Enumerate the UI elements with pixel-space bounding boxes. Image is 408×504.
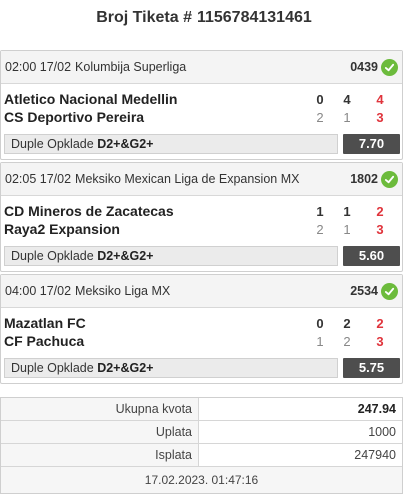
away-score-total: 3 bbox=[376, 222, 384, 237]
ticket-label: Broj Tiketa # bbox=[96, 9, 192, 26]
payout-label: Isplata bbox=[1, 444, 199, 466]
total-odds-row: Ukupna kvota 247.94 bbox=[1, 398, 402, 421]
away-score-ht: 1 bbox=[343, 222, 351, 237]
away-score-ft: 1 bbox=[316, 334, 324, 349]
match-time: 02:00 17/02 bbox=[5, 60, 72, 74]
away-team: CF Pachuca bbox=[4, 333, 85, 349]
match-time: 04:00 17/02 bbox=[5, 284, 72, 298]
away-team: CS Deportivo Pereira bbox=[4, 109, 145, 125]
odd-value: 5.75 bbox=[343, 358, 400, 378]
home-team: CD Mineros de Zacatecas bbox=[4, 203, 174, 219]
home-score-ft: 1 bbox=[316, 204, 324, 219]
match-time: 02:05 17/02 bbox=[5, 172, 72, 186]
bet-row: Duple Opklade D2+&G2+ 7.70 bbox=[4, 134, 400, 156]
ticket-title: Broj Tiketa # 1156784131461 bbox=[0, 0, 408, 36]
ticket-summary: Ukupna kvota 247.94 Uplata 1000 Isplata … bbox=[0, 397, 403, 494]
check-icon bbox=[381, 282, 398, 300]
away-score-ht: 1 bbox=[343, 110, 351, 125]
home-score-total: 2 bbox=[376, 316, 384, 331]
bet-type: Duple Opklade bbox=[11, 249, 94, 263]
match-league: Kolumbija Superliga bbox=[75, 60, 187, 74]
bet-pick: D2+&G2+ bbox=[97, 137, 154, 151]
bet-type: Duple Opklade bbox=[11, 361, 94, 375]
match-header: 04:00 17/02 Meksiko Liga MX 2534 bbox=[1, 275, 402, 308]
match-teams: Mazatlan FC CF Pachuca 0 1 2 2 2 3 bbox=[1, 308, 402, 358]
total-odds-value: 247.94 bbox=[199, 398, 402, 420]
bet-label: Duple Opklade D2+&G2+ bbox=[4, 358, 338, 378]
odd-value: 7.70 bbox=[343, 134, 400, 154]
home-score-ht: 4 bbox=[343, 92, 351, 107]
bet-label: Duple Opklade D2+&G2+ bbox=[4, 134, 338, 154]
home-team: Atletico Nacional Medellin bbox=[4, 91, 178, 107]
home-score-ft: 0 bbox=[316, 92, 324, 107]
home-score-ht: 2 bbox=[343, 316, 351, 331]
check-icon bbox=[381, 58, 398, 76]
match-code: 2534 bbox=[350, 284, 378, 298]
odd-value: 5.60 bbox=[343, 246, 400, 266]
away-score-ft: 2 bbox=[316, 222, 324, 237]
match-teams: CD Mineros de Zacatecas Raya2 Expansion … bbox=[1, 196, 402, 246]
home-score-total: 2 bbox=[376, 204, 384, 219]
match-header: 02:05 17/02 Meksiko Mexican Liga de Expa… bbox=[1, 163, 402, 196]
match-card: 04:00 17/02 Meksiko Liga MX 2534 Mazatla… bbox=[0, 274, 403, 384]
bet-label: Duple Opklade D2+&G2+ bbox=[4, 246, 338, 266]
bet-row: Duple Opklade D2+&G2+ 5.60 bbox=[4, 246, 400, 268]
away-score-ht: 2 bbox=[343, 334, 351, 349]
away-score-ft: 2 bbox=[316, 110, 324, 125]
bet-row: Duple Opklade D2+&G2+ 5.75 bbox=[4, 358, 400, 380]
away-score-total: 3 bbox=[376, 334, 384, 349]
match-teams: Atletico Nacional Medellin CS Deportivo … bbox=[1, 84, 402, 134]
home-team: Mazatlan FC bbox=[4, 315, 86, 331]
payout-row: Isplata 247940 bbox=[1, 444, 402, 467]
away-team: Raya2 Expansion bbox=[4, 221, 120, 237]
ticket-number: 1156784131461 bbox=[196, 9, 312, 26]
payout-value: 247940 bbox=[199, 444, 402, 466]
stake-label: Uplata bbox=[1, 421, 199, 443]
home-score-total: 4 bbox=[376, 92, 384, 107]
check-icon bbox=[381, 170, 398, 188]
match-code: 1802 bbox=[350, 172, 378, 186]
bet-pick: D2+&G2+ bbox=[97, 361, 154, 375]
stake-row: Uplata 1000 bbox=[1, 421, 402, 444]
away-score-total: 3 bbox=[376, 110, 384, 125]
total-odds-label: Ukupna kvota bbox=[1, 398, 199, 420]
home-score-ht: 1 bbox=[343, 204, 351, 219]
match-card: 02:05 17/02 Meksiko Mexican Liga de Expa… bbox=[0, 162, 403, 272]
stake-value: 1000 bbox=[199, 421, 402, 443]
home-score-ft: 0 bbox=[316, 316, 324, 331]
bet-pick: D2+&G2+ bbox=[97, 249, 154, 263]
match-header: 02:00 17/02 Kolumbija Superliga 0439 bbox=[1, 51, 402, 84]
match-league: Meksiko Liga MX bbox=[75, 284, 171, 298]
match-code: 0439 bbox=[350, 60, 378, 74]
bet-type: Duple Opklade bbox=[11, 137, 94, 151]
match-league: Meksiko Mexican Liga de Expansion MX bbox=[75, 172, 300, 186]
match-card: 02:00 17/02 Kolumbija Superliga 0439 Atl… bbox=[0, 50, 403, 160]
ticket-timestamp: 17.02.2023. 01:47:16 bbox=[1, 467, 402, 494]
